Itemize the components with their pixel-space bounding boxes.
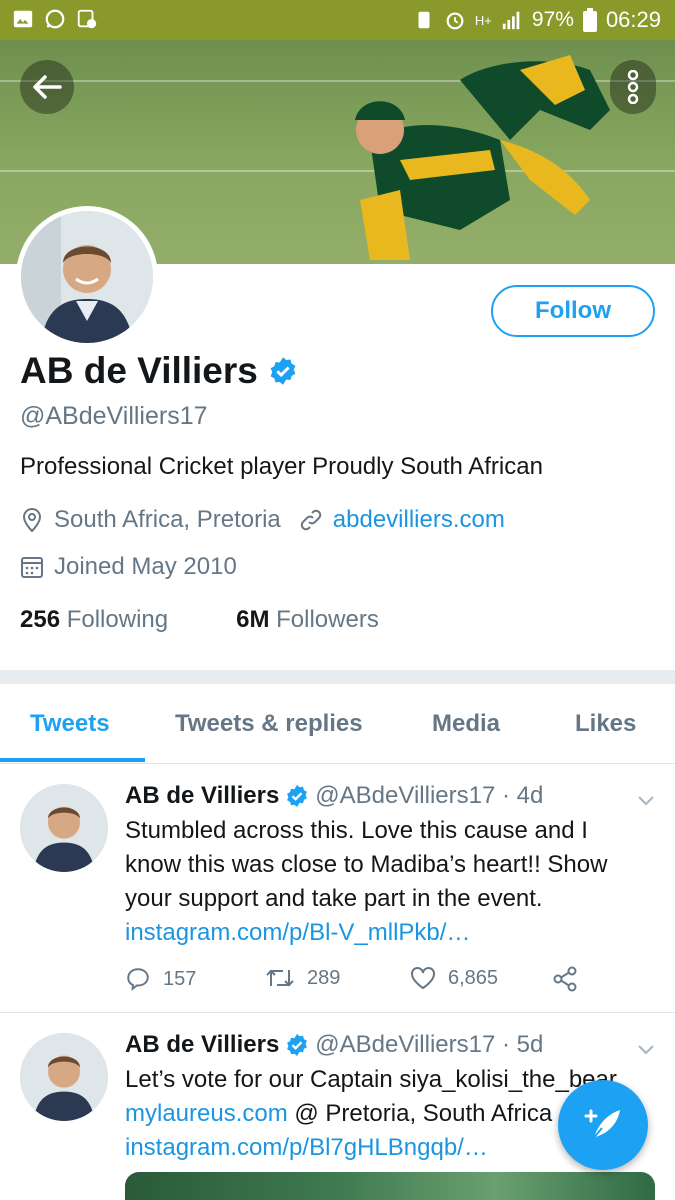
reply-action[interactable]: 157 xyxy=(125,966,196,992)
tweet-text: Stumbled across this. Love this cause an… xyxy=(125,814,660,950)
vertical-dots-icon xyxy=(627,70,639,104)
tweet-text-line: Stumbled across this. Love this cause an… xyxy=(125,817,588,844)
tweet-author-name[interactable]: AB de Villiers xyxy=(125,1031,279,1059)
more-options-button[interactable] xyxy=(610,60,656,114)
section-divider xyxy=(0,670,675,684)
retweet-icon xyxy=(266,969,294,987)
signal-icon xyxy=(502,11,520,30)
alarm-icon xyxy=(446,12,464,30)
retweet-count: 289 xyxy=(307,966,341,989)
reply-icon xyxy=(127,968,149,991)
whatsapp-icon xyxy=(45,9,65,29)
profile-bio: Professional Cricket player Proudly Sout… xyxy=(20,453,543,480)
profile-website-link[interactable]: abdevilliers.com xyxy=(333,506,505,534)
profile-handle: @ABdeVilliers17 xyxy=(20,402,208,430)
battery-icon xyxy=(582,8,597,32)
verified-badge-icon xyxy=(287,785,308,807)
follow-button[interactable]: Follow xyxy=(491,285,655,337)
like-action[interactable]: 6,865 xyxy=(410,966,498,990)
share-icon xyxy=(553,966,577,992)
profile-joined-row: Joined May 2010 xyxy=(20,553,237,581)
followers-label: Followers xyxy=(276,606,379,633)
tab-likes[interactable]: Likes xyxy=(575,710,636,738)
tab-tweets-and-replies[interactable]: Tweets & replies xyxy=(175,710,363,738)
verified-badge-icon xyxy=(270,357,296,385)
reply-count: 157 xyxy=(163,967,197,990)
tweet-header: AB de Villiers @ABdeVilliers17 · 5d xyxy=(125,1031,543,1059)
avatar-portrait xyxy=(20,1033,108,1121)
following-stat[interactable]: 256 Following xyxy=(20,606,168,634)
tweet-item[interactable]: AB de Villiers @ABdeVilliers17 · 4d Stum… xyxy=(0,764,675,1013)
tab-tweets[interactable]: Tweets xyxy=(30,710,110,738)
like-count: 6,865 xyxy=(448,966,499,989)
profile-stats: 256 Following 6M Followers xyxy=(20,606,379,634)
tweet-author-handle: @ABdeVilliers17 · 5d xyxy=(315,1031,544,1058)
tweet-avatar[interactable] xyxy=(20,1033,108,1121)
chevron-down-icon[interactable] xyxy=(636,1039,656,1059)
notification-icons xyxy=(12,8,98,30)
calendar-clock-icon xyxy=(77,9,97,29)
tweet-author-handle: @ABdeVilliers17 · 4d xyxy=(315,782,544,809)
profile-name-row: AB de Villiers xyxy=(20,350,298,392)
compose-feather-icon xyxy=(584,1109,620,1141)
banner-photo xyxy=(355,55,610,260)
active-tab-indicator xyxy=(0,758,145,762)
tweet-location-text: @ Pretoria, South Africa xyxy=(287,1100,553,1127)
back-arrow-icon xyxy=(33,75,62,99)
system-icons: H+ 97% 06:29 xyxy=(413,7,661,33)
tweet-header: AB de Villiers @ABdeVilliers17 · 4d xyxy=(125,782,543,810)
tweet-link[interactable]: instagram.com/p/Bl-V_mllPkb/… xyxy=(125,916,660,950)
battery-percent: 97% xyxy=(531,8,574,31)
profile-joined-date: Joined May 2010 xyxy=(54,553,237,580)
compose-tweet-button[interactable] xyxy=(558,1080,648,1170)
tweet-text-line: your support and take part in the event. xyxy=(125,885,543,912)
tweet-avatar[interactable] xyxy=(20,784,108,872)
avatar-portrait xyxy=(21,211,153,343)
chevron-down-icon[interactable] xyxy=(636,790,656,810)
avatar-image xyxy=(21,211,153,343)
share-action[interactable] xyxy=(552,966,578,992)
tweet-inline-link[interactable]: mylaureus.com xyxy=(125,1100,288,1127)
followers-count: 6M xyxy=(236,606,270,633)
profile-tabs: Tweets Tweets & replies Media Likes xyxy=(0,684,675,764)
heart-icon xyxy=(411,967,435,990)
tab-media[interactable]: Media xyxy=(432,710,500,738)
link-icon xyxy=(300,509,322,531)
retweet-action[interactable]: 289 xyxy=(265,966,340,990)
network-type: H+ xyxy=(474,12,492,28)
location-pin-icon xyxy=(22,508,42,533)
verified-badge-icon xyxy=(287,1034,308,1056)
status-bar: H+ 97% 06:29 xyxy=(0,0,675,40)
profile-location: South Africa, Pretoria xyxy=(54,506,281,533)
battery-saver-icon xyxy=(418,11,430,29)
profile-name: AB de Villiers xyxy=(20,350,258,391)
profile-avatar[interactable] xyxy=(16,206,158,348)
back-button[interactable] xyxy=(20,60,74,114)
clock: 06:29 xyxy=(605,7,661,32)
tweet-text-line: know this was close to Madiba’s heart!! … xyxy=(125,851,608,878)
calendar-icon xyxy=(21,557,43,578)
profile-location-row: South Africa, Pretoria abdevilliers.com xyxy=(20,506,505,534)
following-count: 256 xyxy=(20,606,61,633)
tweet-media-preview[interactable] xyxy=(125,1172,655,1200)
gallery-icon xyxy=(13,10,33,28)
tweet-author-name[interactable]: AB de Villiers xyxy=(125,782,279,810)
following-label: Following xyxy=(66,606,169,633)
avatar-portrait xyxy=(20,784,108,872)
followers-stat[interactable]: 6M Followers xyxy=(236,606,379,634)
